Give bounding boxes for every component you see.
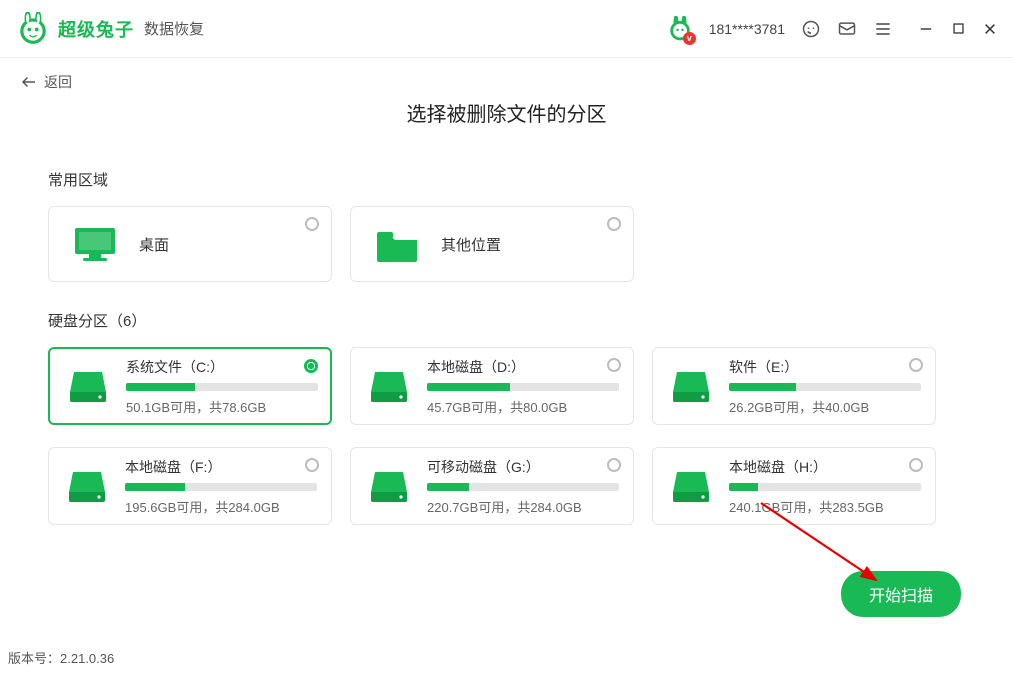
user-phone: 181****3781 <box>709 21 785 37</box>
disk-card-f[interactable]: 本地磁盘（F:） 195.6GB可用，共284.0GB <box>48 447 332 525</box>
disk-name: 本地磁盘（D:） <box>427 357 617 377</box>
back-button[interactable]: 返回 <box>0 58 1013 92</box>
usage-bar <box>729 383 921 391</box>
disk-name: 可移动磁盘（G:） <box>427 457 617 477</box>
drive-icon <box>671 366 711 406</box>
back-label: 返回 <box>44 72 72 92</box>
disk-card-g[interactable]: 可移动磁盘（G:） 220.7GB可用，共284.0GB <box>350 447 634 525</box>
drive-icon <box>369 466 409 506</box>
common-card-desktop[interactable]: 桌面 <box>48 206 332 282</box>
drive-icon <box>671 466 711 506</box>
radio-indicator <box>305 217 319 231</box>
drive-icon <box>369 366 409 406</box>
feedback-icon[interactable] <box>837 19 857 39</box>
window-controls <box>917 20 999 38</box>
start-scan-button[interactable]: 开始扫描 <box>841 571 961 617</box>
disk-name: 软件（E:） <box>729 357 919 377</box>
user-avatar-icon[interactable]: v <box>667 16 693 42</box>
maximize-button[interactable] <box>949 20 967 38</box>
disk-usage-text: 220.7GB可用，共284.0GB <box>427 497 617 516</box>
brand-name-main: 超级兔子 <box>58 16 134 42</box>
brand-name-sub: 数据恢复 <box>144 18 204 39</box>
section-heading-common: 常用区域 <box>48 169 965 190</box>
minimize-button[interactable] <box>917 20 935 38</box>
radio-indicator <box>909 358 923 372</box>
desktop-icon <box>71 222 119 266</box>
header-right: v 181****3781 <box>667 16 999 42</box>
disk-usage-text: 45.7GB可用，共80.0GB <box>427 397 617 416</box>
usage-bar <box>126 383 318 391</box>
usage-bar <box>427 483 619 491</box>
close-button[interactable] <box>981 20 999 38</box>
section-heading-disks: 硬盘分区（6） <box>48 310 965 331</box>
radio-indicator <box>909 458 923 472</box>
version-label: 版本号：2.21.0.36 <box>8 648 114 667</box>
rabbit-logo-icon <box>16 12 50 46</box>
disk-name: 本地磁盘（F:） <box>125 457 315 477</box>
radio-indicator <box>304 359 318 373</box>
disk-card-c[interactable]: 系统文件（C:） 50.1GB可用，共78.6GB <box>48 347 332 425</box>
radio-indicator <box>607 458 621 472</box>
drive-icon <box>68 366 108 406</box>
disk-name: 系统文件（C:） <box>126 357 314 377</box>
usage-bar <box>125 483 317 491</box>
disk-usage-text: 195.6GB可用，共284.0GB <box>125 497 315 516</box>
folder-icon <box>373 222 421 266</box>
vip-badge: v <box>683 32 696 45</box>
card-label: 桌面 <box>139 234 169 255</box>
disk-usage-text: 240.1GB可用，共283.5GB <box>729 497 919 516</box>
common-card-other[interactable]: 其他位置 <box>350 206 634 282</box>
disk-card-h[interactable]: 本地磁盘（H:） 240.1GB可用，共283.5GB <box>652 447 936 525</box>
card-label: 其他位置 <box>441 234 501 255</box>
disk-usage-text: 50.1GB可用，共78.6GB <box>126 397 314 416</box>
drive-icon <box>67 466 107 506</box>
disk-usage-text: 26.2GB可用，共40.0GB <box>729 397 919 416</box>
app-logo: 超级兔子 数据恢复 <box>16 12 204 46</box>
usage-bar <box>427 383 619 391</box>
disk-name: 本地磁盘（H:） <box>729 457 919 477</box>
support-icon[interactable] <box>801 19 821 39</box>
radio-indicator <box>305 458 319 472</box>
page-title: 选择被删除文件的分区 <box>0 98 1013 127</box>
disk-card-e[interactable]: 软件（E:） 26.2GB可用，共40.0GB <box>652 347 936 425</box>
app-header: 超级兔子 数据恢复 v 181****3781 <box>0 0 1013 58</box>
arrow-left-icon <box>20 73 38 91</box>
radio-indicator <box>607 217 621 231</box>
menu-icon[interactable] <box>873 19 893 39</box>
disk-card-d[interactable]: 本地磁盘（D:） 45.7GB可用，共80.0GB <box>350 347 634 425</box>
radio-indicator <box>607 358 621 372</box>
usage-bar <box>729 483 921 491</box>
